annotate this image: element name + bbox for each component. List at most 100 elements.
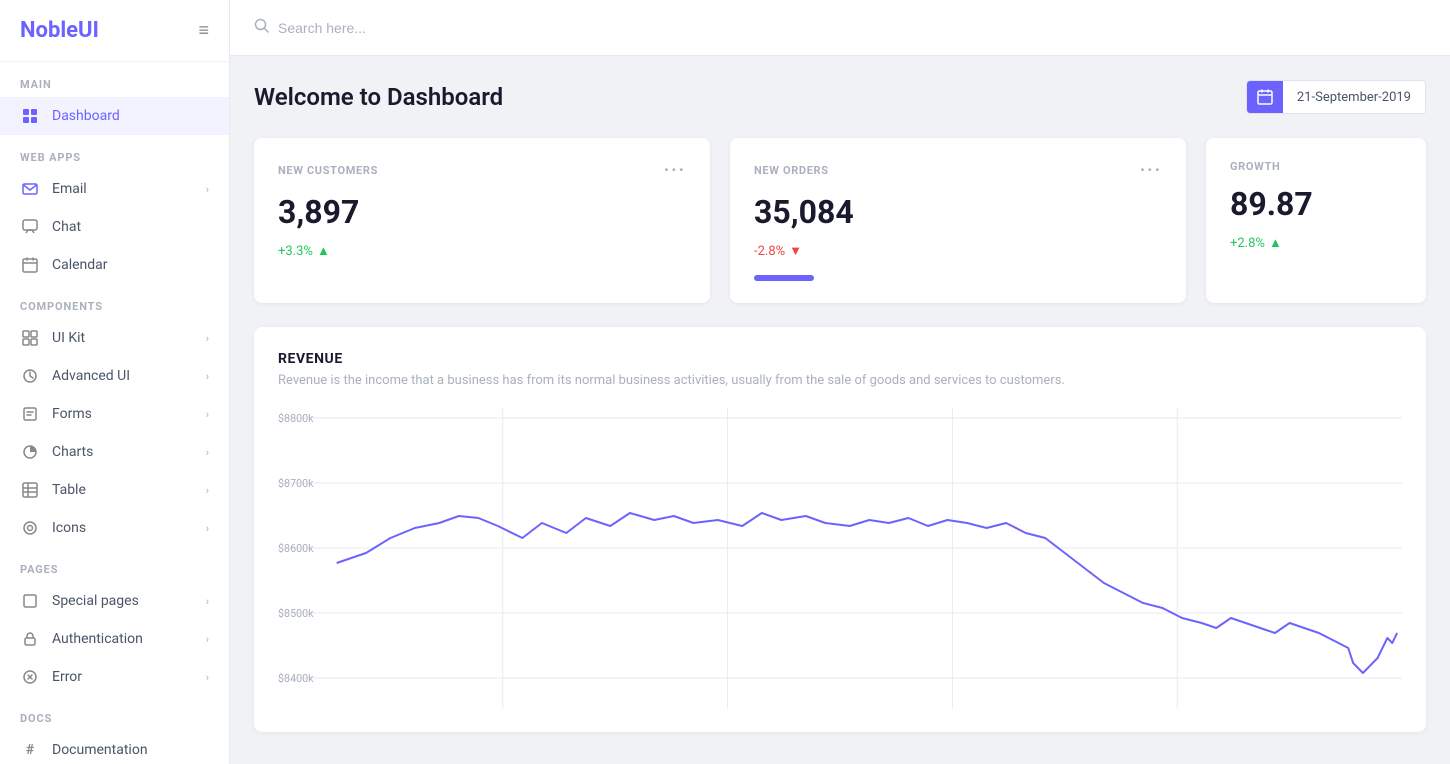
special-chevron: › xyxy=(206,595,209,608)
section-label-main: MAIN xyxy=(0,62,229,97)
stat-card-orders: NEW ORDERS ··· 35,084 -2.8% ▼ xyxy=(730,138,1186,303)
chat-label: Chat xyxy=(52,219,209,235)
revenue-chart-desc: Revenue is the income that a business ha… xyxy=(278,373,1402,388)
stat-arrow-up-growth: ▲ xyxy=(1269,235,1282,251)
advanced-label: Advanced UI xyxy=(52,368,206,384)
icons-icon xyxy=(20,518,40,538)
sidebar-item-advanced[interactable]: Advanced UI › xyxy=(0,357,229,395)
date-text: 21-September-2019 xyxy=(1283,82,1425,113)
sidebar-item-auth[interactable]: Authentication › xyxy=(0,620,229,658)
sidebar-item-special[interactable]: Special pages › xyxy=(0,582,229,620)
calendar-icon xyxy=(20,255,40,275)
stat-value-growth: 89.87 xyxy=(1230,185,1402,223)
charts-chevron: › xyxy=(206,446,209,459)
revenue-line-path xyxy=(337,513,1397,673)
section-label-components: COMPONENTS xyxy=(0,284,229,319)
main-area: Welcome to Dashboard 21-September-2019 N… xyxy=(230,0,1450,764)
stat-change-orders: -2.8% ▼ xyxy=(754,243,1162,259)
stat-value-orders: 35,084 xyxy=(754,193,1162,231)
docs-label: Documentation xyxy=(52,742,209,758)
stat-arrow-up-customers: ▲ xyxy=(317,243,330,259)
stat-label-text-growth: GROWTH xyxy=(1230,160,1280,173)
stat-dots-orders[interactable]: ··· xyxy=(1140,160,1162,181)
dashboard-icon xyxy=(20,106,40,126)
error-chevron: › xyxy=(206,671,209,684)
uikit-icon xyxy=(20,328,40,348)
svg-text:$8500k: $8500k xyxy=(278,607,314,620)
logo-part1: Noble xyxy=(20,18,78,43)
svg-text:$8700k: $8700k xyxy=(278,477,314,490)
search-wrapper xyxy=(254,18,518,38)
docs-icon: # xyxy=(20,740,40,760)
logo-text: NobleUI xyxy=(20,18,99,43)
topbar xyxy=(230,0,1450,56)
stat-value-customers: 3,897 xyxy=(278,193,686,231)
svg-text:$8400k: $8400k xyxy=(278,672,314,685)
table-icon xyxy=(20,480,40,500)
revenue-chart-title: REVENUE xyxy=(278,351,1402,367)
hamburger-icon[interactable]: ≡ xyxy=(198,20,209,41)
sidebar-item-icons[interactable]: Icons › xyxy=(0,509,229,547)
sidebar-item-docs[interactable]: # Documentation xyxy=(0,731,229,764)
error-label: Error xyxy=(52,669,206,685)
date-badge[interactable]: 21-September-2019 xyxy=(1246,80,1426,114)
advanced-icon xyxy=(20,366,40,386)
email-chevron: › xyxy=(206,183,209,196)
section-label-docs: DOCS xyxy=(0,696,229,731)
sidebar-item-charts[interactable]: Charts › xyxy=(0,433,229,471)
icons-label: Icons xyxy=(52,520,206,536)
stat-label-text-orders: NEW ORDERS xyxy=(754,164,829,177)
table-chevron: › xyxy=(206,484,209,497)
table-label: Table xyxy=(52,482,206,498)
stat-label-text-customers: NEW CUSTOMERS xyxy=(278,164,378,177)
email-icon xyxy=(20,179,40,199)
stat-change-customers: +3.3% ▲ xyxy=(278,243,686,259)
revenue-chart-card: REVENUE Revenue is the income that a bus… xyxy=(254,327,1426,732)
forms-label: Forms xyxy=(52,406,206,422)
calendar-label: Calendar xyxy=(52,257,209,273)
stat-label-orders: NEW ORDERS ··· xyxy=(754,160,1162,181)
error-icon xyxy=(20,667,40,687)
sidebar-item-uikit[interactable]: UI Kit › xyxy=(0,319,229,357)
sidebar: NobleUI ≡ MAIN Dashboard WEB APPS Email … xyxy=(0,0,230,764)
forms-icon xyxy=(20,404,40,424)
search-input[interactable] xyxy=(278,20,518,36)
sidebar-item-chat[interactable]: Chat xyxy=(0,208,229,246)
sidebar-item-calendar[interactable]: Calendar xyxy=(0,246,229,284)
calendar-icon xyxy=(1247,81,1283,113)
charts-label: Charts xyxy=(52,444,206,460)
stat-label-growth: GROWTH xyxy=(1230,160,1402,173)
dashboard-label: Dashboard xyxy=(52,108,209,124)
auth-chevron: › xyxy=(206,633,209,646)
uikit-chevron: › xyxy=(206,332,209,345)
charts-icon xyxy=(20,442,40,462)
stat-bar-orders xyxy=(754,275,814,281)
svg-text:$8800k: $8800k xyxy=(278,412,314,425)
auth-icon xyxy=(20,629,40,649)
advanced-chevron: › xyxy=(206,370,209,383)
revenue-line-chart: $8800k $8700k $8600k $8500k $8400k xyxy=(278,408,1402,708)
logo-part2: UI xyxy=(78,18,99,43)
forms-chevron: › xyxy=(206,408,209,421)
sidebar-item-forms[interactable]: Forms › xyxy=(0,395,229,433)
sidebar-item-error[interactable]: Error › xyxy=(0,658,229,696)
sidebar-item-dashboard[interactable]: Dashboard xyxy=(0,97,229,135)
svg-text:$8600k: $8600k xyxy=(278,542,314,555)
page-header: Welcome to Dashboard 21-September-2019 xyxy=(254,80,1426,114)
sidebar-logo: NobleUI ≡ xyxy=(0,0,229,62)
stat-change-text-customers: +3.3% xyxy=(278,244,313,259)
auth-label: Authentication xyxy=(52,631,206,647)
stat-change-text-growth: +2.8% xyxy=(1230,236,1265,251)
chat-icon xyxy=(20,217,40,237)
stat-change-text-orders: -2.8% xyxy=(754,244,785,259)
icons-chevron: › xyxy=(206,522,209,535)
stat-arrow-down-orders: ▼ xyxy=(789,243,802,259)
stat-card-growth: GROWTH 89.87 +2.8% ▲ xyxy=(1206,138,1426,303)
section-label-webapps: WEB APPS xyxy=(0,135,229,170)
sidebar-item-email[interactable]: Email › xyxy=(0,170,229,208)
email-label: Email xyxy=(52,181,206,197)
sidebar-item-table[interactable]: Table › xyxy=(0,471,229,509)
uikit-label: UI Kit xyxy=(52,330,206,346)
page-title: Welcome to Dashboard xyxy=(254,83,503,111)
stat-dots-customers[interactable]: ··· xyxy=(664,160,686,181)
